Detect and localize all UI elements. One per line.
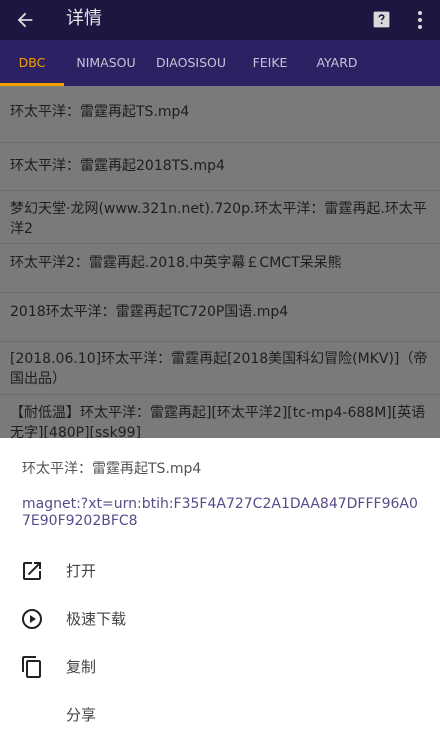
list-item-title: 梦幻天堂·龙网(www.321n.net).720p.环太平洋：雷霆再起.环太平… <box>10 201 427 237</box>
list-item[interactable]: 环太平洋2：雷霆再起.2018.中英字幕￡CMCT呆呆熊 <box>0 244 440 293</box>
tab-ayard[interactable]: AYARD <box>306 40 368 86</box>
share-action[interactable]: 分享 <box>0 691 440 739</box>
open-label: 打开 <box>66 562 97 580</box>
list-item[interactable]: 2018环太平洋：雷霆再起TC720P国语.mp4 <box>0 293 440 342</box>
list-item-title: 环太平洋：雷霆再起2018TS.mp4 <box>10 158 225 174</box>
tab-label: DIAOSISOU <box>155 55 227 70</box>
fast-download-label: 极速下载 <box>66 610 127 628</box>
help-icon[interactable] <box>372 10 391 29</box>
tab-nimasou[interactable]: NIMASOU <box>64 40 148 86</box>
bottom-sheet: 环太平洋：雷霆再起TS.mp4 magnet:?xt=urn:btih:F35F… <box>0 438 440 751</box>
more-vert-icon[interactable] <box>414 10 426 30</box>
open-in-new-icon <box>23 562 41 580</box>
list-item[interactable]: 环太平洋：雷霆再起2018TS.mp4 <box>0 143 440 191</box>
result-list: 环太平洋：雷霆再起TS.mp4 环太平洋：雷霆再起2018TS.mp4 梦幻天堂… <box>0 86 440 438</box>
fast-download-action[interactable]: 极速下载 <box>0 595 440 643</box>
page-title: 详情 <box>66 8 102 29</box>
tab-label: NIMASOU <box>76 55 136 70</box>
copy-icon <box>22 656 41 678</box>
list-item-title: 环太平洋：雷霆再起TS.mp4 <box>10 104 190 120</box>
tab-diaosisou[interactable]: DIAOSISOU <box>148 40 234 86</box>
sheet-file-name: 环太平洋：雷霆再起TS.mp4 <box>22 461 202 477</box>
copy-action[interactable]: 复制 <box>0 643 440 691</box>
tab-label: FEIKE <box>252 55 288 70</box>
back-arrow-icon[interactable] <box>14 9 36 31</box>
list-item[interactable]: 【耐低温】环太平洋：雷霆再起][环太平洋2][tc-mp4-688M][英语无字… <box>0 395 440 438</box>
copy-label: 复制 <box>66 658 97 676</box>
source-tabs: DBC NIMASOU DIAOSISOU FEIKE AYARD <box>0 40 440 86</box>
tab-label: DBC <box>18 55 46 70</box>
list-item[interactable]: 环太平洋：雷霆再起TS.mp4 <box>0 86 440 143</box>
play-circle-icon <box>22 609 42 629</box>
tab-label: AYARD <box>316 55 358 70</box>
list-item-title: 环太平洋2：雷霆再起.2018.中英字幕￡CMCT呆呆熊 <box>10 255 342 271</box>
list-item-title: [2018.06.10]环太平洋：雷霆再起[2018美国科幻冒险(MKV)]（帝… <box>10 351 428 387</box>
tab-feike[interactable]: FEIKE <box>234 40 306 86</box>
tab-dbc[interactable]: DBC <box>0 40 64 86</box>
list-item-title: 【耐低温】环太平洋：雷霆再起][环太平洋2][tc-mp4-688M][英语无字… <box>10 405 426 438</box>
app-bar: 详情 <box>0 0 440 40</box>
list-item[interactable]: 梦幻天堂·龙网(www.321n.net).720p.环太平洋：雷霆再起.环太平… <box>0 191 440 244</box>
list-item[interactable]: [2018.06.10]环太平洋：雷霆再起[2018美国科幻冒险(MKV)]（帝… <box>0 342 440 395</box>
open-action[interactable]: 打开 <box>0 547 440 595</box>
list-item-title: 2018环太平洋：雷霆再起TC720P国语.mp4 <box>10 304 289 320</box>
share-label: 分享 <box>66 706 97 724</box>
magnet-link[interactable]: magnet:?xt=urn:btih:F35F4A727C2A1DAA847D… <box>22 496 422 530</box>
